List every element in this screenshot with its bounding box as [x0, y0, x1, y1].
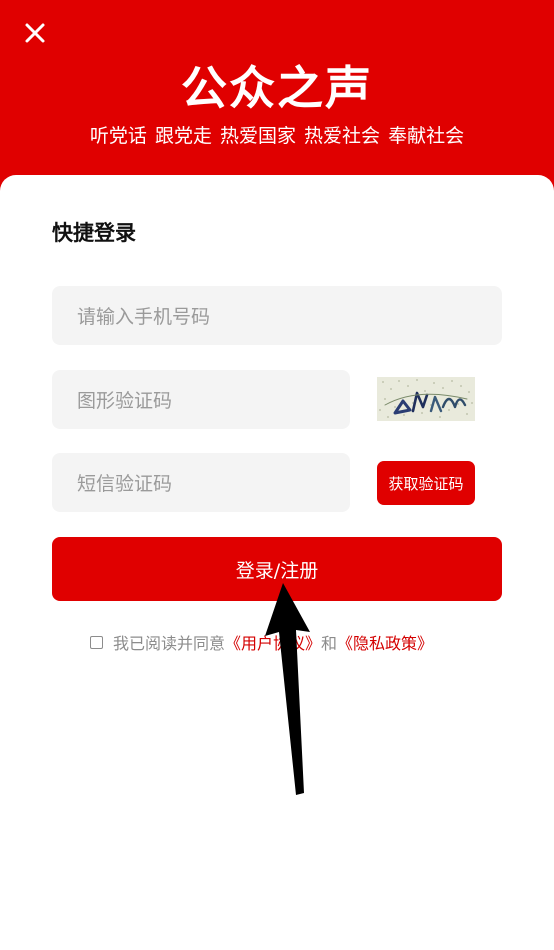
get-code-button[interactable]: 获取验证码: [377, 461, 475, 505]
sms-code-input[interactable]: 短信验证码: [52, 453, 350, 512]
privacy-policy-link[interactable]: 《隐私政策》: [337, 630, 433, 654]
agreement-prefix: 我已阅读并同意: [113, 634, 226, 653]
app-title: 公众之声: [181, 61, 373, 115]
agreement-conjunction: 和: [321, 634, 338, 653]
close-icon[interactable]: [20, 18, 50, 48]
captcha-input[interactable]: 图形验证码: [52, 370, 350, 429]
captcha-image[interactable]: [377, 377, 475, 421]
login-card: 快捷登录 请输入手机号码 图形验证码 短信验证码 获取验证码 登录/注册 我已阅…: [0, 175, 554, 950]
section-title: 快捷登录: [52, 221, 136, 245]
header: 公众之声 听党话 跟党走 热爱国家 热爱社会 奉献社会: [0, 0, 554, 200]
user-agreement-link[interactable]: 《用户协议》: [225, 630, 321, 654]
phone-placeholder: 请输入手机号码: [77, 306, 211, 328]
login-register-button[interactable]: 登录/注册: [52, 537, 502, 601]
captcha-placeholder: 图形验证码: [77, 390, 173, 412]
agreement-row: 我已阅读并同意 《用户协议》 和 《隐私政策》: [90, 630, 433, 654]
sms-code-placeholder: 短信验证码: [77, 473, 173, 495]
app-slogan: 听党话 跟党走 热爱国家 热爱社会 奉献社会: [89, 125, 465, 147]
phone-input[interactable]: 请输入手机号码: [52, 286, 502, 345]
checkbox-icon[interactable]: [90, 635, 103, 649]
